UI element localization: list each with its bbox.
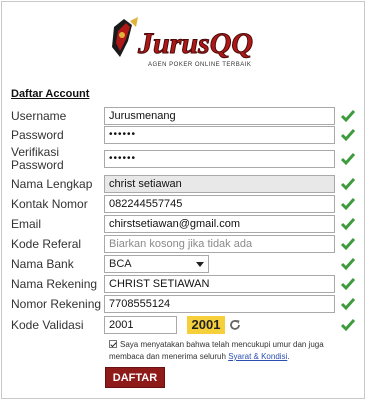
bank-select[interactable]: BCA <box>104 255 209 273</box>
account-number-input[interactable]: 7708555124 <box>104 295 335 313</box>
agreement-text: Saya menyatakan bahwa telah mencukupi um… <box>109 340 324 361</box>
agreement-suffix: . <box>287 352 290 361</box>
check-icon <box>341 319 355 332</box>
check-icon <box>341 153 355 166</box>
email-input[interactable]: chirstsetiawan@gmail.com <box>104 215 335 233</box>
account-name-input[interactable]: CHRIST SETIAWAN <box>104 275 335 293</box>
jurusqq-logo: JurusQQ AGEN POKER ONLINE TERBAIK <box>108 13 260 75</box>
username-label: Username <box>11 109 67 123</box>
refresh-icon[interactable] <box>229 319 241 331</box>
check-icon <box>341 278 355 291</box>
captcha-input[interactable]: 2001 <box>104 316 177 334</box>
password-input[interactable]: •••••• <box>104 126 335 144</box>
bank-label: Nama Bank <box>11 257 74 271</box>
account-name-label: Nama Rekening <box>11 277 98 291</box>
full-name-input[interactable]: christ setiawan <box>104 175 335 193</box>
phone-label: Kontak Nomor <box>11 197 88 211</box>
check-icon <box>341 298 355 311</box>
check-icon <box>341 110 355 123</box>
username-input[interactable]: Jurusmenang <box>104 107 335 125</box>
logo-text: JurusQQ <box>137 27 253 60</box>
check-icon <box>341 178 355 191</box>
bank-selected-value: BCA <box>109 258 132 270</box>
captcha-label: Kode Validasi <box>11 318 84 332</box>
referral-input[interactable]: Biarkan kosong jika tidak ada <box>104 235 335 253</box>
check-icon <box>341 218 355 231</box>
phone-input[interactable]: 082244557745 <box>104 195 335 213</box>
account-number-label: Nomor Rekening <box>11 297 102 311</box>
password-label: Password <box>11 128 64 142</box>
referral-label: Kode Referal <box>11 237 82 251</box>
verify-password-input[interactable]: •••••• <box>104 150 335 168</box>
email-label: Email <box>11 217 42 231</box>
terms-link[interactable]: Syarat & Kondisi <box>228 352 287 361</box>
verify-password-label: Verifikasi Password <box>11 145 64 172</box>
check-icon <box>341 198 355 211</box>
form-title: Daftar Account <box>11 88 90 100</box>
check-icon <box>341 238 355 251</box>
register-button[interactable]: DAFTAR <box>105 367 165 388</box>
logo-tagline: AGEN POKER ONLINE TERBAIK <box>148 62 251 68</box>
check-icon <box>341 129 355 142</box>
agreement-checkbox[interactable] <box>109 340 117 348</box>
check-icon <box>341 258 355 271</box>
captcha-image: 2001 <box>187 316 225 334</box>
agreement: Saya menyatakan bahwa telah mencukupi um… <box>109 339 339 363</box>
chevron-down-icon <box>196 262 204 267</box>
full-name-label: Nama Lengkap <box>11 177 93 191</box>
